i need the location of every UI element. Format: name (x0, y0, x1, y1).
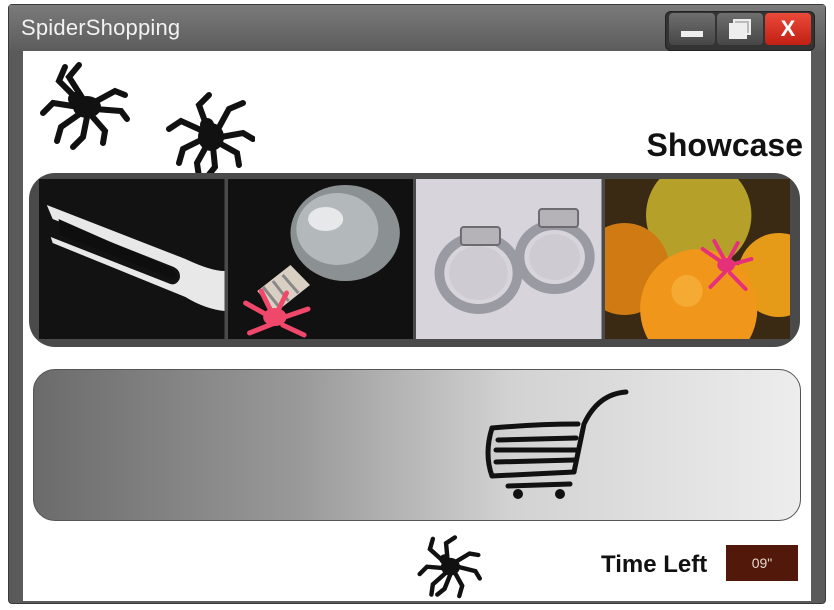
window-controls: X (665, 11, 815, 51)
hose-clamps-image (416, 179, 602, 339)
title-bar[interactable]: SpiderShopping X (9, 5, 825, 51)
spider-icon[interactable] (39, 61, 131, 151)
spider-icon[interactable] (415, 533, 483, 599)
minimize-button[interactable] (669, 13, 715, 45)
maximize-icon (729, 19, 751, 39)
lightbulb-item[interactable] (227, 179, 413, 339)
shopping-cart-icon (485, 389, 629, 499)
showcase-strip (29, 173, 800, 347)
fork-image (39, 179, 225, 339)
hose-clamps-item[interactable] (416, 179, 602, 339)
cart-drop-zone[interactable] (33, 369, 801, 521)
maximize-button[interactable] (717, 13, 763, 45)
close-button[interactable]: X (765, 13, 811, 45)
game-area: Showcase Time Left 09" (23, 51, 811, 601)
app-window: SpiderShopping X Showcase Time Left 09" (8, 4, 826, 604)
minimize-icon (681, 31, 703, 37)
oranges-image (604, 179, 790, 339)
fork-item[interactable] (39, 179, 225, 339)
time-left-value: 09" (726, 545, 798, 581)
time-left-label: Time Left (601, 551, 708, 578)
lightbulb-image (227, 179, 413, 339)
spider-icon[interactable] (163, 91, 255, 181)
showcase-title: Showcase (646, 127, 803, 163)
close-icon: X (780, 16, 796, 41)
oranges-item[interactable] (604, 179, 790, 339)
window-title: SpiderShopping (21, 15, 181, 40)
